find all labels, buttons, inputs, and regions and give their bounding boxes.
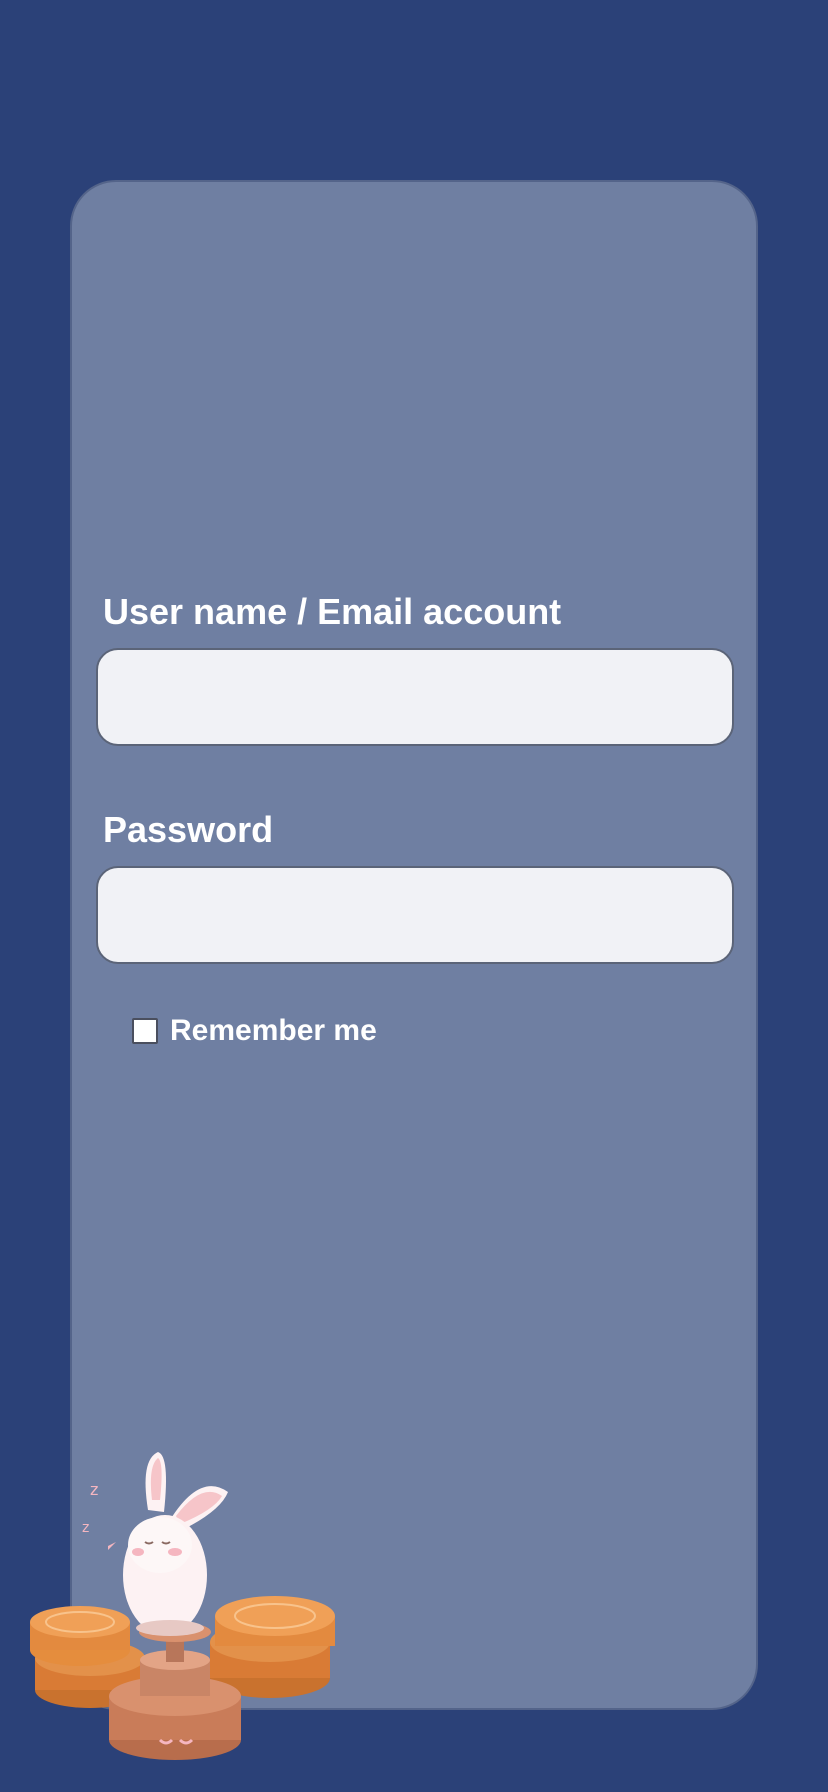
username-input[interactable]	[96, 648, 734, 746]
password-input[interactable]	[96, 866, 734, 964]
password-label: Password	[103, 809, 274, 850]
remember-me-row[interactable]: Remember me	[132, 1014, 377, 1048]
svg-text:z: z	[82, 1520, 89, 1536]
remember-me-label: Remember me	[170, 1014, 377, 1047]
remember-me-checkbox[interactable]	[132, 1018, 158, 1044]
svg-text:z: z	[90, 1480, 98, 1499]
username-label: User name / Email account	[103, 591, 562, 632]
rabbit-mooncake-illustration: z z	[30, 1452, 335, 1760]
right-mooncake-icon	[210, 1596, 335, 1698]
